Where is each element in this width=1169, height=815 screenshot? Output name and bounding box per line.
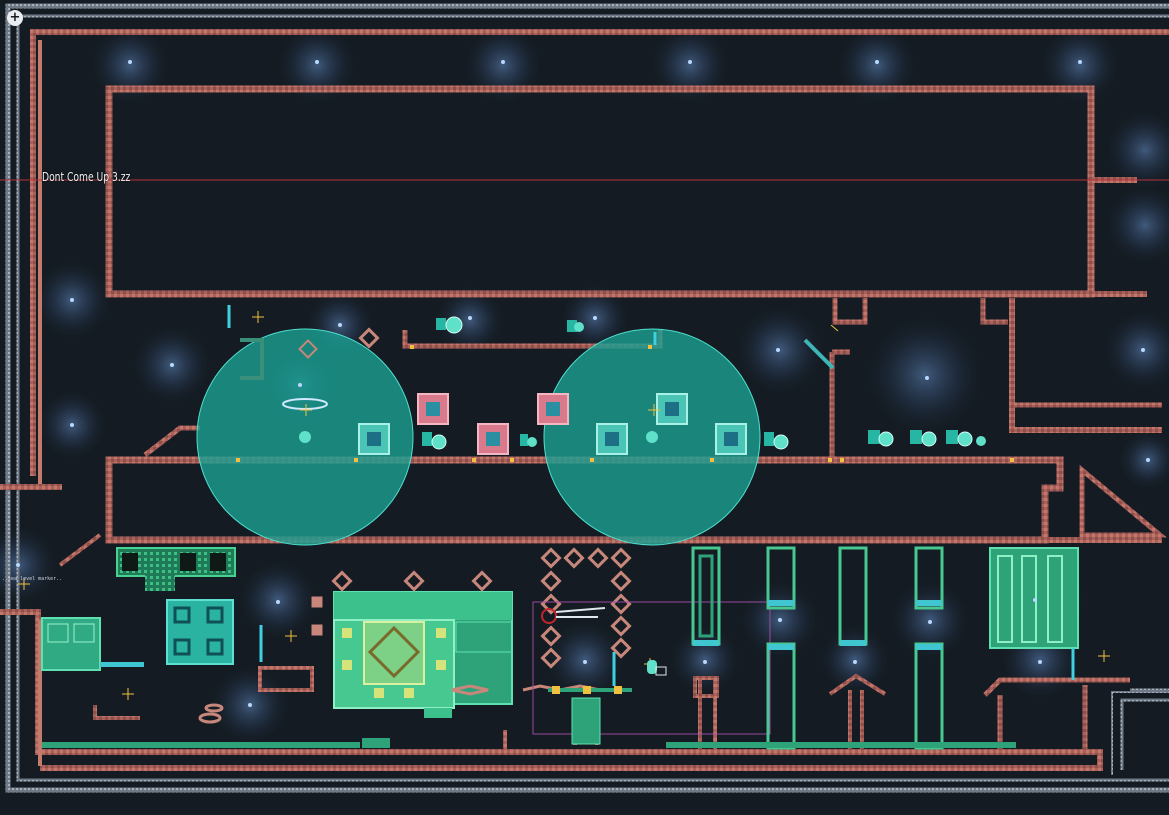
add-object-button[interactable]: + — [7, 10, 23, 26]
level-canvas[interactable] — [0, 0, 1169, 815]
room-title-label: Dont Come Up 3.zz — [42, 170, 131, 184]
central-temple[interactable] — [333, 591, 513, 718]
sea-level-note: ..sea level marker.. — [2, 576, 63, 582]
